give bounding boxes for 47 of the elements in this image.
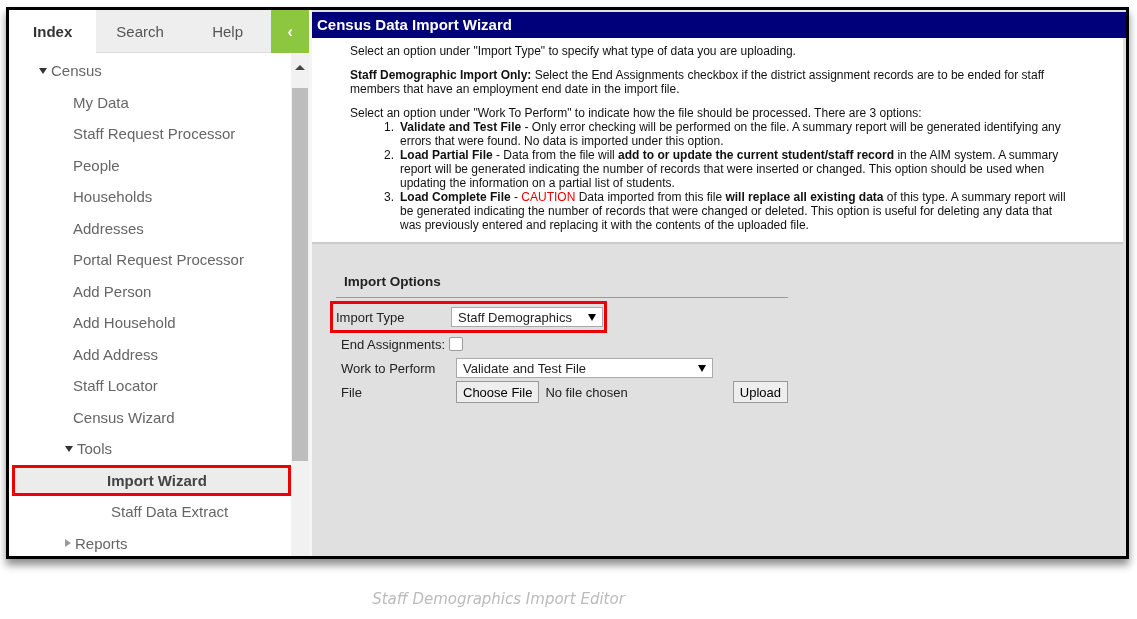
scrollbar-thumb[interactable]: [292, 88, 308, 461]
import-type-dropdown[interactable]: Staff Demographics: [451, 307, 603, 327]
tree-item[interactable]: Households: [9, 181, 291, 213]
instruction-text: Staff Demographic Import Only: Select the End Assignments checkbox if the district assignment records are to be ended for staff members that have an employment end date in the import file.: [350, 68, 1046, 96]
upload-button[interactable]: Upload: [732, 381, 788, 403]
collapsed-triangle-icon: [65, 539, 71, 548]
tree-item[interactable]: Add Address: [9, 338, 291, 370]
work-to-perform-dropdown[interactable]: Validate and Test File: [456, 358, 713, 378]
choose-file-button[interactable]: Choose File: [456, 381, 540, 403]
expanded-triangle-icon: [65, 445, 73, 452]
caret-icon: [588, 313, 596, 321]
list-number: 3.: [383, 190, 395, 206]
sidebar-tab[interactable]: Search: [96, 10, 184, 53]
tree-item[interactable]: Add Household: [9, 307, 291, 339]
list-number: 1.: [383, 120, 395, 136]
instruction-text: Select an option under "Work To Perform" to indicate how the file should be processed. There are 3 options:: [350, 106, 923, 120]
tree-item[interactable]: Import Wizard: [12, 464, 291, 496]
tree-item[interactable]: Add Person: [9, 275, 291, 307]
field-label: Import Type: [336, 309, 406, 325]
instruction-text: Select an option under "Import Type" to specify what type of data you are uploading.: [350, 44, 797, 58]
tree-item[interactable]: Census Wizard: [9, 401, 291, 433]
tree-item[interactable]: Staff Locator: [9, 370, 291, 402]
tree-item[interactable]: Staff Request Processor: [9, 118, 291, 150]
tree-item[interactable]: Staff Data Extract: [9, 496, 291, 528]
sidebar-tab[interactable]: Help: [183, 10, 272, 53]
end-assignments-checkbox[interactable]: [449, 337, 464, 351]
scrollbar[interactable]: [291, 53, 309, 556]
tree-item[interactable]: Portal Request Processor: [9, 244, 291, 276]
option-description: Load Complete File - CAUTION Data imported from this file will replace all existing data of this type. A summary report will be generated indicating the number of records that were changed or deleted. This option is useful for deleting any data that was previously entered and replacing it with the contents of the uploaded file.: [400, 190, 1067, 232]
file-status: No file chosen: [545, 384, 629, 400]
caret-icon: [698, 364, 706, 372]
tree-item[interactable]: People: [9, 149, 291, 181]
field-label: File: [341, 384, 363, 400]
section-heading: Import Options: [336, 270, 788, 298]
option-description: Load Partial File - Data from the file will add to or update the current student/staff record in the AIM system. A summary report will be generated indicating the number of records that were inserted or changed. This option should be used when updating the information on a partial list of students.: [400, 148, 1060, 190]
field-label: End Assignments:: [341, 336, 446, 352]
expanded-triangle-icon: [39, 67, 47, 74]
field-label: Work to Perform: [341, 360, 437, 376]
list-number: 2.: [383, 148, 395, 164]
tree-item[interactable]: Addresses: [9, 212, 291, 244]
option-description: Validate and Test File - Only error checking will be performed on the file. A summary report will be generated identifying any errors that were found. No data is imported under this option.: [400, 120, 1062, 148]
tree-item[interactable]: Reports: [9, 527, 291, 559]
tree-item[interactable]: Census: [9, 55, 291, 87]
wizard-title: Census Data Import Wizard: [312, 12, 1126, 38]
figure-caption: Staff Demographics Import Editor: [372, 590, 625, 608]
tree-item[interactable]: Tools: [9, 433, 291, 465]
tree-item[interactable]: My Data: [9, 86, 291, 118]
